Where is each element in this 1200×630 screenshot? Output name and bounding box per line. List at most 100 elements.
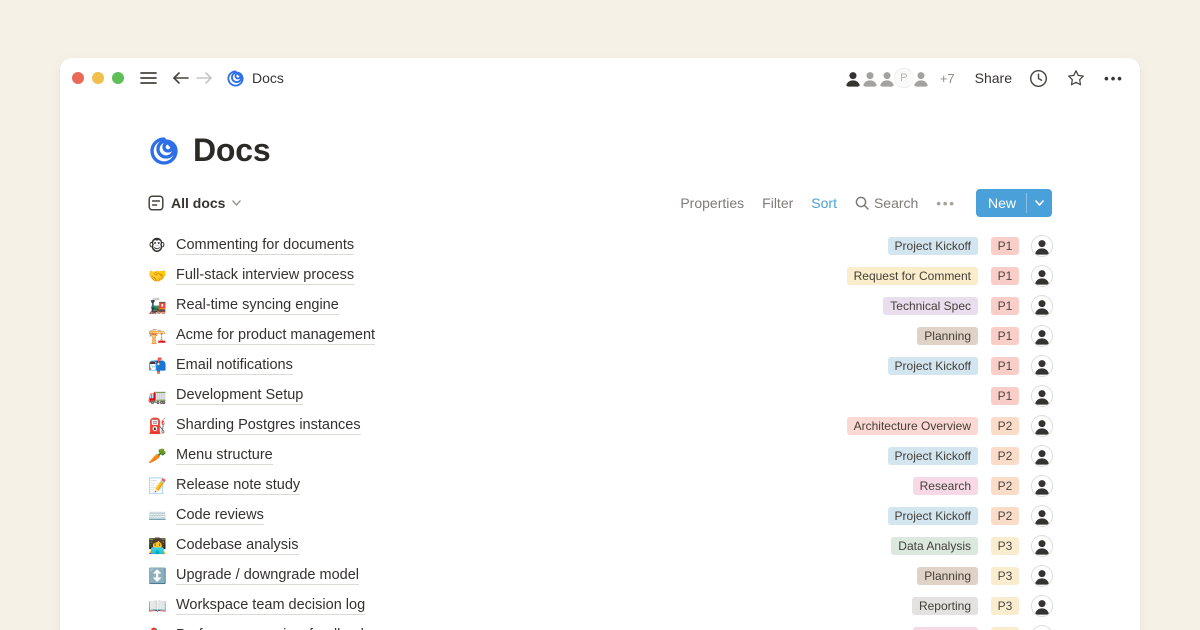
sort-button[interactable]: Sort: [811, 195, 837, 211]
priority-tag[interactable]: P1: [991, 327, 1019, 345]
window-controls: [70, 72, 124, 84]
priority-tag[interactable]: P3: [991, 567, 1019, 585]
avatar-overflow-count[interactable]: +7: [940, 71, 955, 86]
doc-emoji-icon: 🐵: [148, 239, 166, 254]
doc-row[interactable]: ↕️ Upgrade / downgrade model Planning P3: [148, 561, 1052, 591]
page-logo-icon: [148, 135, 180, 167]
assignee-avatar[interactable]: [1032, 626, 1052, 630]
sidebar-toggle-icon[interactable]: [136, 66, 160, 90]
doc-row[interactable]: 👩‍💻 Codebase analysis Data Analysis P3: [148, 531, 1052, 561]
filter-button[interactable]: Filter: [762, 195, 793, 211]
assignee-avatar[interactable]: [1032, 476, 1052, 496]
new-doc-dropdown[interactable]: [1027, 189, 1052, 217]
assignee-avatar[interactable]: [1032, 446, 1052, 466]
priority-tag[interactable]: P1: [991, 297, 1019, 315]
doc-row[interactable]: 🚂 Real-time syncing engine Technical Spe…: [148, 291, 1052, 321]
more-options-button[interactable]: •••: [1102, 66, 1126, 90]
priority-tag[interactable]: P2: [991, 417, 1019, 435]
priority-tag[interactable]: P2: [991, 477, 1019, 495]
zoom-window-button[interactable]: [112, 72, 124, 84]
favorite-star-icon[interactable]: [1064, 66, 1088, 90]
doc-title-link[interactable]: Upgrade / downgrade model: [176, 567, 359, 585]
view-label: All docs: [171, 195, 225, 211]
doc-title-link[interactable]: Code reviews: [176, 507, 264, 525]
app-logo-icon: [226, 69, 245, 88]
doc-type-tag[interactable]: Request for Comment: [847, 267, 978, 285]
doc-type-tag[interactable]: Technical Spec: [883, 297, 978, 315]
assignee-avatar[interactable]: [1032, 296, 1052, 316]
doc-type-tag[interactable]: Project Kickoff: [888, 237, 978, 255]
properties-button[interactable]: Properties: [680, 195, 744, 211]
history-icon[interactable]: [1026, 66, 1050, 90]
assignee-avatar[interactable]: [1032, 386, 1052, 406]
assignee-avatar[interactable]: [1032, 326, 1052, 346]
priority-tag[interactable]: P1: [991, 267, 1019, 285]
doc-row[interactable]: 🏗️ Acme for product management Planning …: [148, 321, 1052, 351]
doc-title-link[interactable]: Email notifications: [176, 357, 293, 375]
new-doc-button[interactable]: New: [976, 189, 1052, 217]
doc-row[interactable]: 📖 Workspace team decision log Reporting …: [148, 591, 1052, 621]
doc-title-link[interactable]: Menu structure: [176, 447, 273, 465]
doc-row[interactable]: ⌨️ Code reviews Project Kickoff P2: [148, 501, 1052, 531]
search-button[interactable]: Search: [855, 195, 918, 211]
doc-title-link[interactable]: Full-stack interview process: [176, 267, 354, 285]
doc-type-tag[interactable]: Reporting: [912, 597, 978, 615]
breadcrumb[interactable]: Docs: [226, 69, 284, 88]
doc-title-link[interactable]: Acme for product management: [176, 327, 375, 345]
assignee-avatar[interactable]: [1032, 536, 1052, 556]
collaborator-avatars[interactable]: P: [841, 66, 933, 90]
doc-row[interactable]: ⛽ Sharding Postgres instances Architectu…: [148, 411, 1052, 441]
doc-type-tag[interactable]: Research: [913, 477, 978, 495]
assignee-avatar[interactable]: [1032, 236, 1052, 256]
doc-title-link[interactable]: Real-time syncing engine: [176, 297, 339, 315]
avatar: [909, 66, 933, 90]
back-button[interactable]: [168, 66, 192, 90]
doc-row[interactable]: 📬 Email notifications Project Kickoff P1: [148, 351, 1052, 381]
priority-tag[interactable]: P3: [991, 537, 1019, 555]
doc-row[interactable]: 🦜 Performance review feedback Research P…: [148, 621, 1052, 630]
priority-tag[interactable]: P1: [991, 237, 1019, 255]
doc-row[interactable]: 🥕 Menu structure Project Kickoff P2: [148, 441, 1052, 471]
doc-row[interactable]: 🐵 Commenting for documents Project Kicko…: [148, 231, 1052, 261]
assignee-avatar[interactable]: [1032, 356, 1052, 376]
minimize-window-button[interactable]: [92, 72, 104, 84]
assignee-avatar[interactable]: [1032, 506, 1052, 526]
breadcrumb-label: Docs: [252, 70, 284, 86]
doc-type-tag[interactable]: Project Kickoff: [888, 357, 978, 375]
priority-tag[interactable]: P2: [991, 507, 1019, 525]
close-window-button[interactable]: [72, 72, 84, 84]
doc-title-link[interactable]: Commenting for documents: [176, 237, 354, 255]
view-switcher[interactable]: All docs: [148, 195, 241, 211]
doc-emoji-icon: 🚂: [148, 299, 166, 314]
doc-row[interactable]: 🚛 Development Setup P1: [148, 381, 1052, 411]
share-button[interactable]: Share: [975, 70, 1012, 86]
doc-type-tag[interactable]: Architecture Overview: [847, 417, 978, 435]
assignee-avatar[interactable]: [1032, 566, 1052, 586]
doc-type-tag[interactable]: Project Kickoff: [888, 507, 978, 525]
doc-type-tag[interactable]: Planning: [917, 567, 978, 585]
forward-button[interactable]: [192, 66, 216, 90]
assignee-avatar[interactable]: [1032, 266, 1052, 286]
priority-tag[interactable]: P1: [991, 357, 1019, 375]
assignee-avatar[interactable]: [1032, 416, 1052, 436]
doc-title-link[interactable]: Workspace team decision log: [176, 597, 365, 615]
assignee-avatar[interactable]: [1032, 596, 1052, 616]
doc-type-tag[interactable]: Project Kickoff: [888, 447, 978, 465]
priority-tag[interactable]: P1: [991, 387, 1019, 405]
doc-title-link[interactable]: Development Setup: [176, 387, 303, 405]
doc-type-tag[interactable]: Data Analysis: [891, 537, 978, 555]
priority-tag[interactable]: P2: [991, 447, 1019, 465]
view-more-button[interactable]: •••: [936, 196, 956, 211]
doc-emoji-icon: ⌨️: [148, 509, 166, 524]
priority-tag[interactable]: P3: [991, 597, 1019, 615]
doc-title-link[interactable]: Release note study: [176, 477, 300, 495]
doc-title-link[interactable]: Codebase analysis: [176, 537, 299, 555]
doc-emoji-icon: 🥕: [148, 449, 166, 464]
doc-title-link[interactable]: Sharding Postgres instances: [176, 417, 361, 435]
chevron-down-icon: [1035, 200, 1044, 206]
doc-row[interactable]: 🤝 Full-stack interview process Request f…: [148, 261, 1052, 291]
doc-type-tag[interactable]: Planning: [917, 327, 978, 345]
doc-row[interactable]: 📝 Release note study Research P2: [148, 471, 1052, 501]
search-icon: [855, 196, 869, 210]
doc-emoji-icon: 🚛: [148, 389, 166, 404]
